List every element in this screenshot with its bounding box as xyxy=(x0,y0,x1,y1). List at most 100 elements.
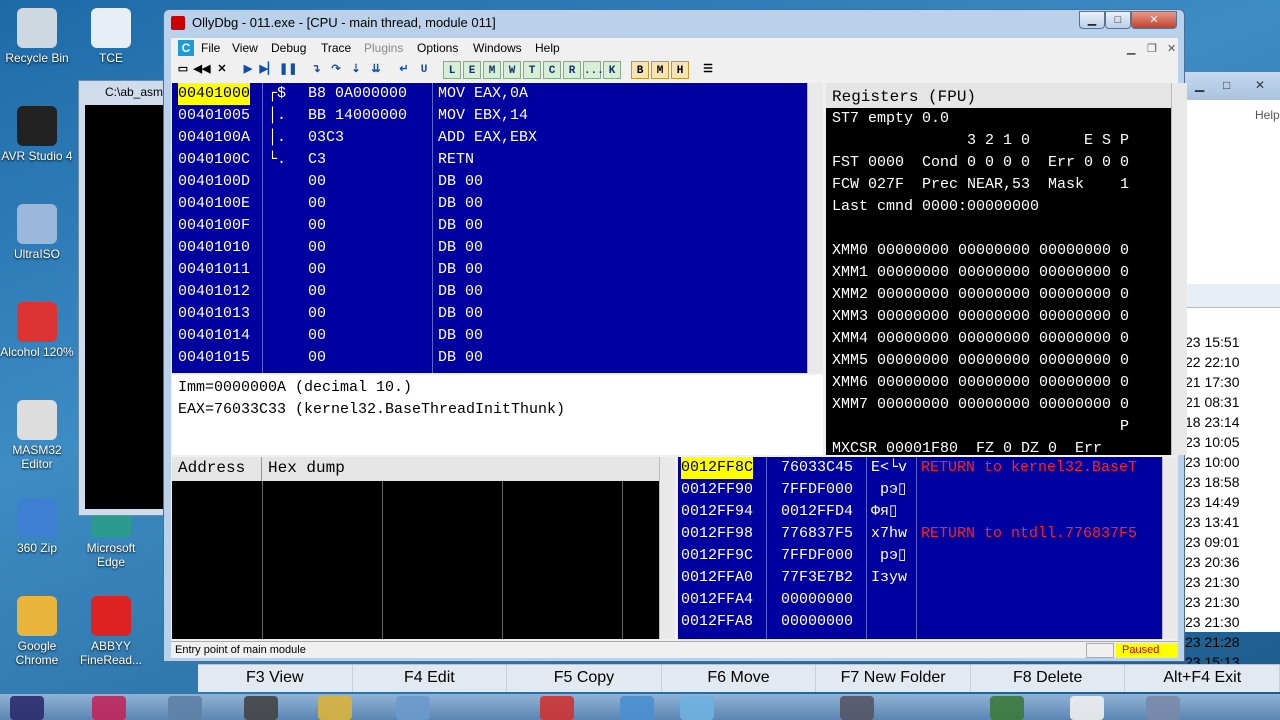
taskbar-app-icon[interactable] xyxy=(1070,696,1104,720)
call-stack-button[interactable]: K xyxy=(603,61,621,79)
taskbar-app-icon[interactable] xyxy=(1146,696,1180,720)
taskbar-app-icon[interactable] xyxy=(10,696,44,720)
taskbar-app-icon[interactable] xyxy=(540,696,574,720)
stack-row[interactable]: 0012FF9C 7FFDF000 рэ▯ xyxy=(678,545,1162,567)
menu-help-bg[interactable]: Help xyxy=(1255,108,1280,122)
stack-row[interactable]: 0012FFA0 77F3E7B2 Iзyw xyxy=(678,567,1162,589)
taskbar-app-icon[interactable] xyxy=(318,696,352,720)
taskbar-app-icon[interactable] xyxy=(244,696,278,720)
mdi-restore-icon[interactable]: ❐ xyxy=(1147,42,1157,55)
registers-header[interactable]: Registers (FPU) xyxy=(826,83,1171,108)
run-trace-button[interactable]: ... xyxy=(583,61,604,79)
disasm-row[interactable]: 00401005 │. BB 14000000 MOV EBX,14 xyxy=(172,105,823,127)
execute-till-return-icon[interactable]: ↵ xyxy=(395,61,413,79)
minimize-button[interactable]: ▁ xyxy=(1079,11,1105,29)
restart-icon[interactable]: ◀◀ xyxy=(193,61,211,79)
desktop-icon[interactable]: Alcohol 120% xyxy=(0,302,74,359)
ollydbg-window[interactable]: OllyDbg - 011.exe - [CPU - main thread, … xyxy=(163,9,1187,662)
stack-row[interactable]: 0012FF94 0012FFD4 Фя▯ xyxy=(678,501,1162,523)
memory-window-button[interactable]: M xyxy=(483,61,501,79)
step-over-icon[interactable]: ↷ xyxy=(327,61,345,79)
disasm-row[interactable]: 00401012 00 DB 00 xyxy=(172,281,823,303)
maximize-button[interactable]: □ xyxy=(1105,11,1131,29)
taskbar-app-icon[interactable] xyxy=(396,696,430,720)
desktop-icon[interactable]: ABBYY FineRead... xyxy=(74,596,148,667)
close-button[interactable]: ✕ xyxy=(1131,11,1177,29)
minimize-icon[interactable]: ▁ xyxy=(1195,78,1204,92)
threads-button[interactable]: T xyxy=(523,61,541,79)
fkey-button[interactable]: F5 Copy xyxy=(507,665,662,692)
fkey-button[interactable]: Alt+F4 Exit xyxy=(1125,665,1280,692)
references-button[interactable]: R xyxy=(563,61,581,79)
menu-options[interactable]: Options xyxy=(417,41,458,55)
stack-row[interactable]: 0012FFA4 00000000 xyxy=(678,589,1162,611)
open-icon[interactable]: ▭ xyxy=(174,61,192,79)
menu-windows[interactable]: Windows xyxy=(473,41,522,55)
disasm-row[interactable]: 00401011 00 DB 00 xyxy=(172,259,823,281)
taskbar-fs-icon[interactable] xyxy=(92,696,126,720)
desktop-icon[interactable]: Recycle Bin xyxy=(0,8,74,65)
run-icon[interactable]: ▶ xyxy=(239,61,257,79)
stack-row[interactable]: 0012FFA8 00000000 xyxy=(678,611,1162,633)
registers-scrollbar[interactable] xyxy=(1171,83,1187,455)
step-into-icon[interactable]: ↴ xyxy=(307,61,325,79)
disasm-row[interactable]: 0040100C └. C3 RETN xyxy=(172,149,823,171)
taskbar-app-icon[interactable] xyxy=(620,696,654,720)
disasm-row[interactable]: 0040100A │. 03C3 ADD EAX,EBX xyxy=(172,127,823,149)
dump-scrollbar[interactable] xyxy=(659,457,675,639)
stack-scrollbar[interactable] xyxy=(1162,457,1178,639)
desktop-icon[interactable]: UltraISO xyxy=(0,204,74,261)
execute-till-user-icon[interactable]: U xyxy=(415,61,433,79)
close-icon[interactable]: ✕ xyxy=(1255,78,1265,92)
menu-plugins[interactable]: Plugins xyxy=(364,41,403,55)
trace-over-icon[interactable]: ⇊ xyxy=(367,61,385,79)
dump-header-address[interactable]: Address xyxy=(172,457,262,481)
mdi-close-icon[interactable]: ✕ xyxy=(1167,42,1176,55)
disassembly-pane[interactable]: 00401000 ┌$ B8 0A000000 MOV EAX,0A 00401005 │… xyxy=(172,83,823,373)
close-program-icon[interactable]: ✕ xyxy=(213,61,231,79)
disassembly-scrollbar[interactable] xyxy=(807,83,823,373)
taskbar-app-icon[interactable] xyxy=(168,696,202,720)
mdi-minimize-icon[interactable]: ▁ xyxy=(1127,42,1135,55)
taskbar-app-icon[interactable] xyxy=(680,696,714,720)
disasm-row[interactable]: 0040100F 00 DB 00 xyxy=(172,215,823,237)
registers-pane[interactable]: Registers (FPU) ST7 empty 0.0 3 2 1 0 E … xyxy=(826,83,1171,455)
handles-button[interactable]: H xyxy=(671,61,689,79)
log-window-button[interactable]: L xyxy=(443,61,461,79)
fkey-button[interactable]: F7 New Folder xyxy=(816,665,971,692)
stack-row[interactable]: 0012FF90 7FFDF000 рэ▯ xyxy=(678,479,1162,501)
stack-row[interactable]: 0012FF98 776837F5 x7hw RETURN to ntdll.7768… xyxy=(678,523,1162,545)
list-icon[interactable]: ☰ xyxy=(699,61,717,79)
taskbar-app-icon[interactable] xyxy=(840,696,874,720)
pause-icon[interactable]: ❚❚ xyxy=(279,61,297,79)
desktop-icon[interactable]: MASM32 Editor xyxy=(0,400,74,471)
windows-button[interactable]: W xyxy=(503,61,521,79)
cpu-button[interactable]: C xyxy=(543,61,561,79)
run-thread-icon[interactable]: ▶▏ xyxy=(259,61,277,79)
desktop-icon[interactable]: TCE xyxy=(74,8,148,65)
stack-pane[interactable]: 0012FF8C 76033C45 E<└v RETURN to kernel32.B… xyxy=(678,457,1162,639)
fkey-button[interactable]: F3 View xyxy=(198,665,353,692)
disasm-row[interactable]: 00401010 00 DB 00 xyxy=(172,237,823,259)
fkey-button[interactable]: F8 Delete xyxy=(971,665,1126,692)
title-bar[interactable]: OllyDbg - 011.exe - [CPU - main thread, … xyxy=(164,10,1184,37)
menu-trace[interactable]: Trace xyxy=(321,41,351,55)
desktop-icon[interactable]: Google Chrome xyxy=(0,596,74,667)
hex-dump-pane[interactable]: Address Hex dump xyxy=(172,457,675,639)
fkey-button[interactable]: F6 Move xyxy=(662,665,817,692)
disasm-row[interactable]: 00401015 00 DB 00 xyxy=(172,347,823,369)
disasm-row[interactable]: 00401000 ┌$ B8 0A000000 MOV EAX,0A xyxy=(172,83,823,105)
disasm-row[interactable]: 00401013 00 DB 00 xyxy=(172,303,823,325)
disasm-row[interactable]: 00401014 00 DB 00 xyxy=(172,325,823,347)
trace-into-icon[interactable]: ⇣ xyxy=(347,61,365,79)
menu-file[interactable]: File xyxy=(201,41,220,55)
menu-debug[interactable]: Debug xyxy=(271,41,306,55)
disasm-row[interactable]: 0040100D 00 DB 00 xyxy=(172,171,823,193)
disasm-row[interactable]: 0040100E 00 DB 00 xyxy=(172,193,823,215)
breakpoints-button[interactable]: B xyxy=(631,61,649,79)
menu-help[interactable]: Help xyxy=(535,41,560,55)
stack-row[interactable]: 0012FF8C 76033C45 E<└v RETURN to kernel32.B… xyxy=(678,457,1162,479)
maximize-icon[interactable]: □ xyxy=(1223,78,1230,92)
taskbar-app-icon[interactable] xyxy=(990,696,1024,720)
desktop-icon[interactable]: 360 Zip xyxy=(0,498,74,555)
